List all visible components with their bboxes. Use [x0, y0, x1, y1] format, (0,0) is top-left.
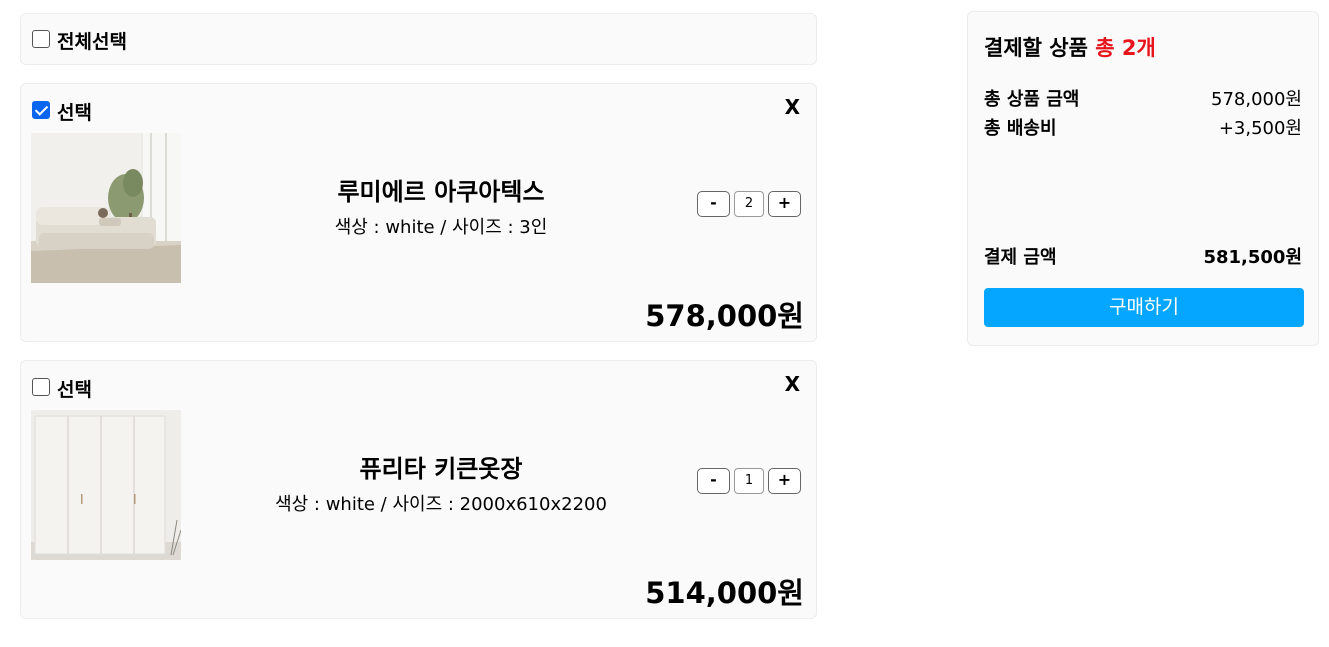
sofa-product-image[interactable] [31, 133, 181, 283]
order-summary: 결제할 상품 총 2개 총 상품 금액 578,000원 총 배송비 +3,50… [967, 11, 1319, 346]
product-name[interactable]: 루미에르 아쿠아텍스 [221, 172, 661, 207]
payment-row: 결제 금액 581,500원 [984, 243, 1302, 269]
quantity-value[interactable]: 2 [734, 191, 764, 217]
item-select-checkbox[interactable] [32, 378, 50, 396]
quantity-stepper: - 2 + [697, 191, 801, 217]
item-select-label[interactable]: 선택 [57, 375, 92, 402]
shipping-label: 총 배송비 [984, 118, 1057, 139]
quantity-increase-button[interactable]: + [768, 191, 801, 217]
payment-label: 결제 금액 [984, 247, 1057, 268]
product-options: 색상 : white / 사이즈 : 2000x610x2200 [275, 494, 607, 515]
product-options: 색상 : white / 사이즈 : 3인 [334, 217, 548, 238]
buy-button[interactable]: 구매하기 [984, 288, 1304, 327]
total-products-value: 578,000원 [1211, 89, 1302, 110]
select-all-bar: 전체선택 [20, 13, 817, 65]
select-all-checkbox[interactable] [32, 30, 50, 48]
wardrobe-product-image[interactable] [31, 410, 181, 560]
quantity-value[interactable]: 1 [734, 468, 764, 494]
cart-item: 선택 X 루미에르 아쿠아텍스 색상 : white / 사이즈 : 3인 - … [20, 83, 817, 342]
total-products-label: 총 상품 금액 [984, 89, 1080, 110]
product-info: 루미에르 아쿠아텍스 색상 : white / 사이즈 : 3인 [221, 172, 661, 239]
item-price: 514,000원 [645, 576, 804, 610]
item-select-label[interactable]: 선택 [57, 98, 92, 125]
remove-item-button[interactable]: X [785, 372, 800, 396]
product-name[interactable]: 퓨리타 키큰옷장 [221, 449, 661, 484]
product-info: 퓨리타 키큰옷장 색상 : white / 사이즈 : 2000x610x220… [221, 449, 661, 516]
payment-value: 581,500원 [1203, 247, 1302, 268]
summary-count: 총 2개 [1095, 36, 1156, 60]
summary-title: 결제할 상품 총 2개 [984, 32, 1156, 62]
quantity-increase-button[interactable]: + [768, 468, 801, 494]
quantity-decrease-button[interactable]: - [697, 191, 730, 217]
select-all-label[interactable]: 전체선택 [57, 27, 127, 54]
quantity-stepper: - 1 + [697, 468, 801, 494]
remove-item-button[interactable]: X [785, 95, 800, 119]
summary-title-text: 결제할 상품 [984, 36, 1088, 60]
quantity-decrease-button[interactable]: - [697, 468, 730, 494]
item-price: 578,000원 [645, 299, 804, 333]
cart-item: 선택 X 퓨리타 키큰옷장 색상 : white / 사이즈 : 2000x61… [20, 360, 817, 619]
total-products-row: 총 상품 금액 578,000원 [984, 85, 1302, 111]
shipping-row: 총 배송비 +3,500원 [984, 114, 1302, 140]
item-select-checkbox[interactable] [32, 101, 50, 119]
shipping-value: +3,500원 [1218, 118, 1302, 139]
